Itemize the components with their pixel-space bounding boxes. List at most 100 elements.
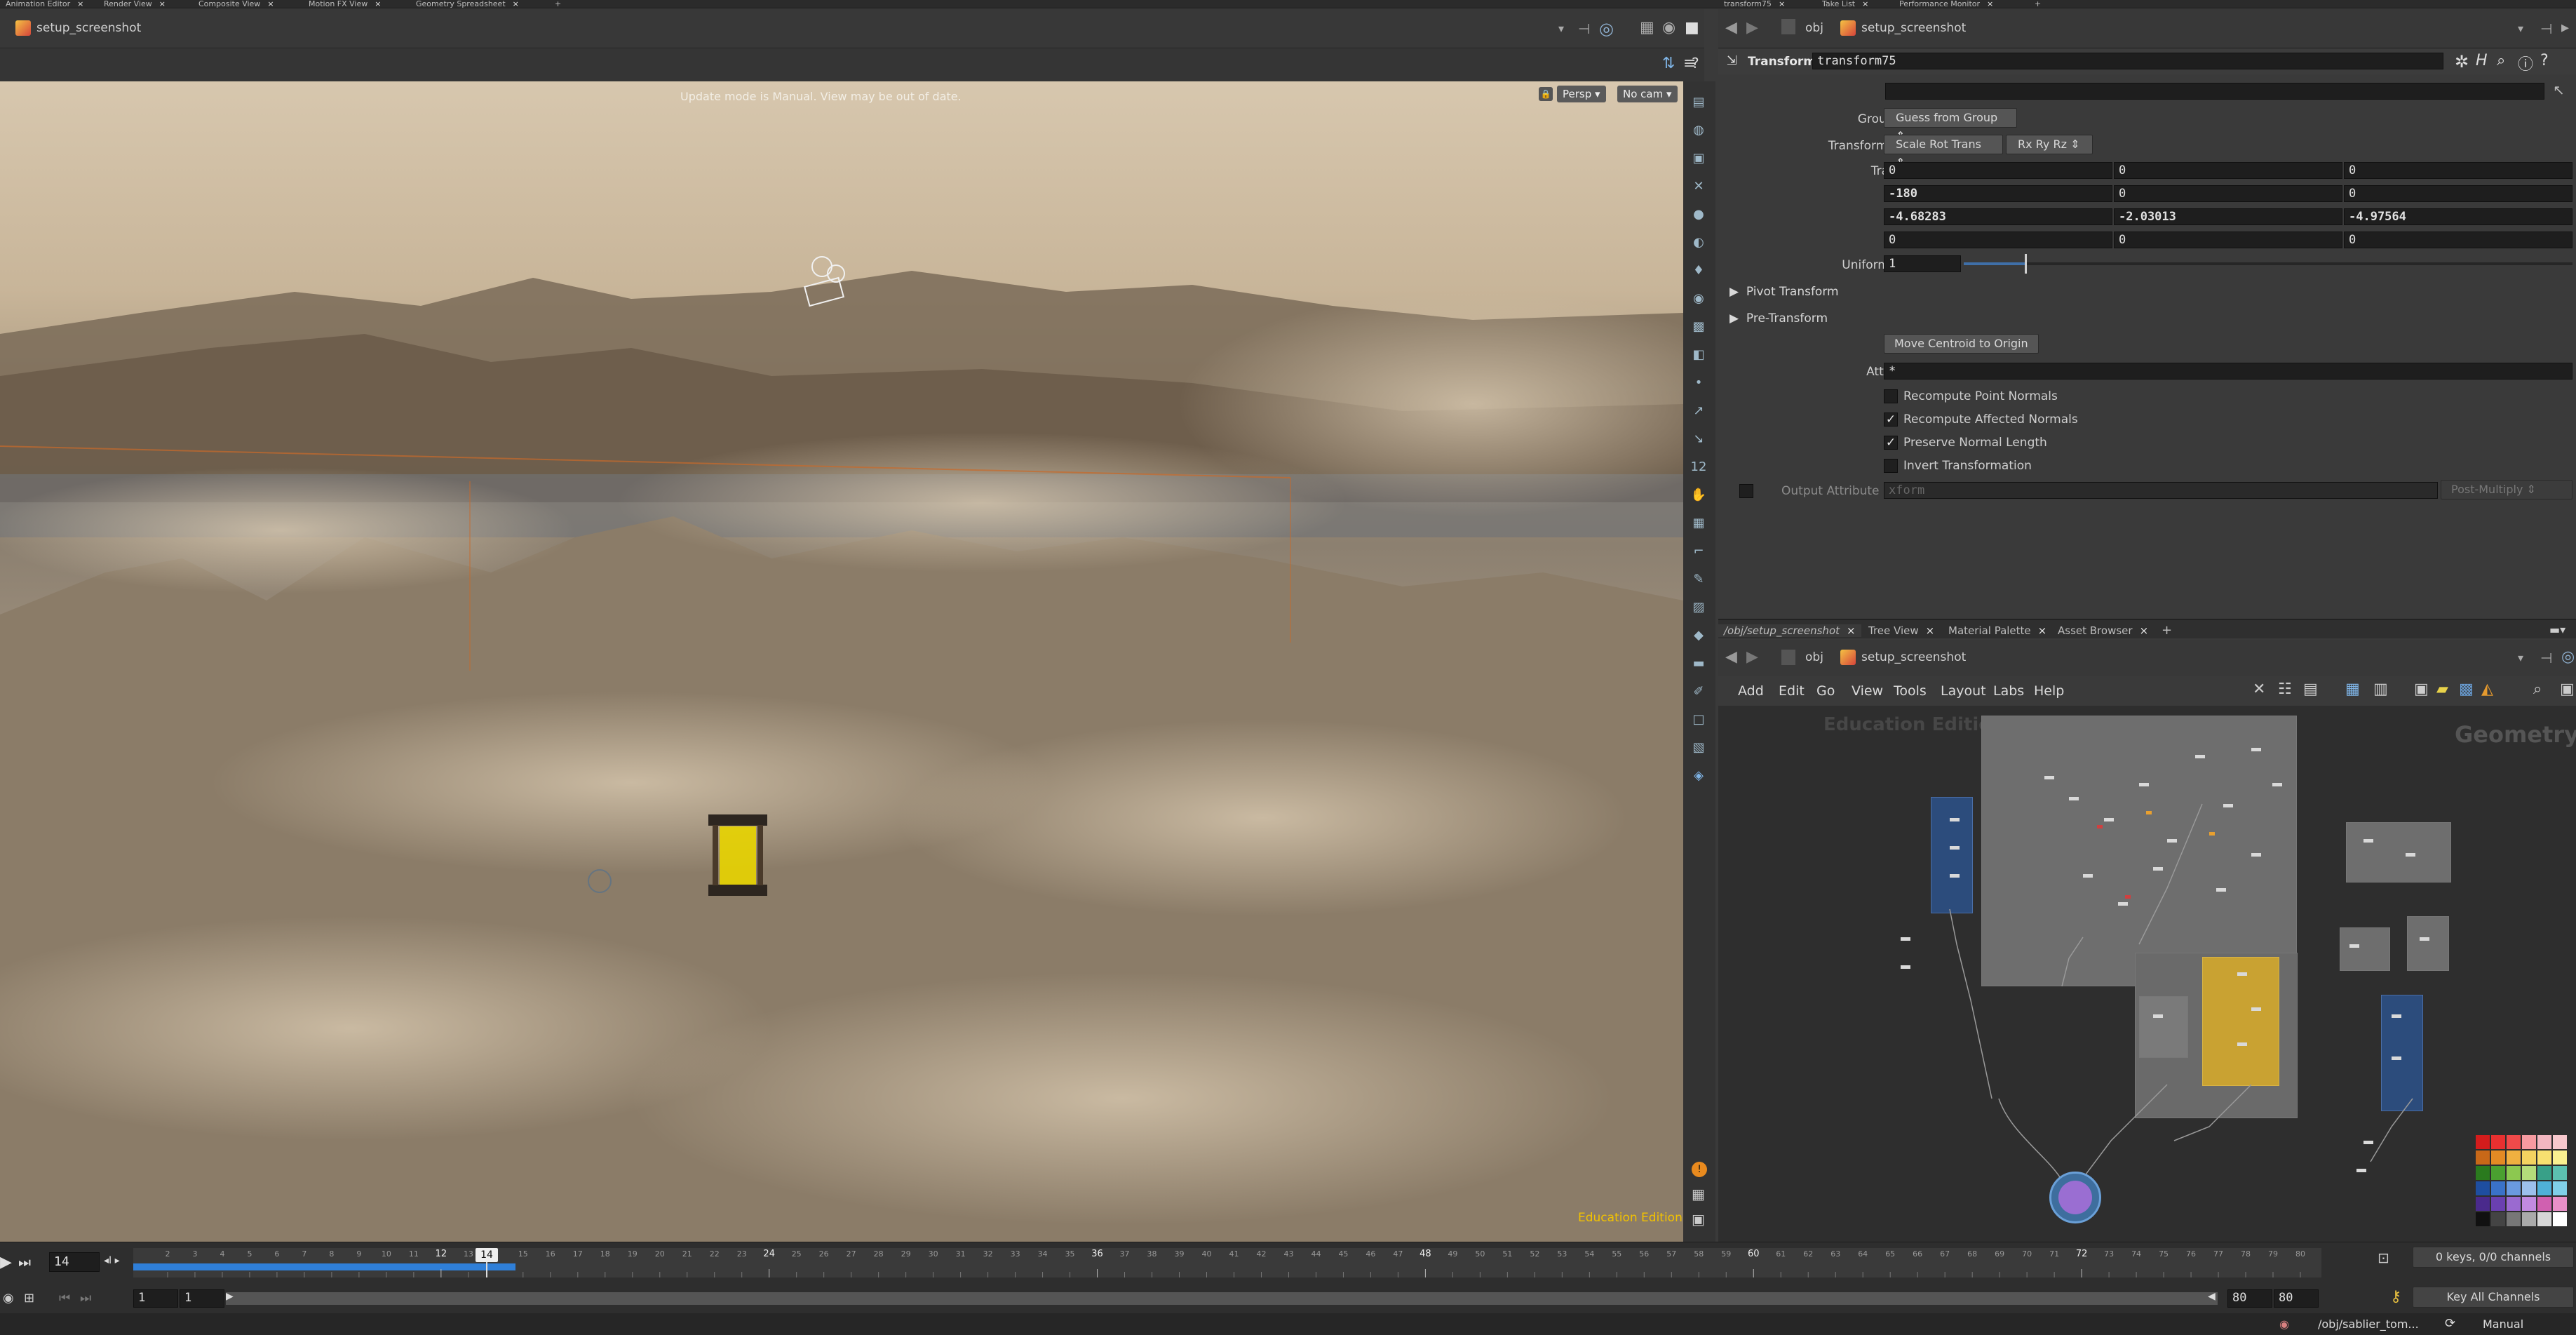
shear-z-field[interactable]: 0 (2344, 232, 2572, 248)
back-icon[interactable]: ◀ (1725, 19, 1737, 36)
output-attribute-toggle[interactable] (1739, 484, 1753, 498)
wireframe-icon[interactable]: ✕ (1689, 177, 1708, 196)
menu-add[interactable]: Add (1738, 683, 1764, 699)
path-obj[interactable]: obj (1805, 650, 1823, 664)
rotate-z-field[interactable]: 0 (2344, 185, 2572, 202)
camera-icon[interactable]: ▣ (2560, 680, 2575, 698)
output-attribute-field[interactable]: xform (1884, 482, 2438, 499)
viewer-path[interactable]: setup_screenshot (36, 21, 141, 35)
menu-go[interactable]: Go (1816, 683, 1835, 699)
photo-icon[interactable]: ▧ (1689, 738, 1708, 758)
start-frame-field[interactable]: 1 (133, 1289, 178, 1308)
tab-obj-setup-screenshot[interactable]: /obj/setup_screenshot × (1718, 624, 1861, 637)
step-forward-icon[interactable]: ⏭ (80, 1291, 91, 1306)
tab-motion-fx-view[interactable]: Motion FX View × (303, 0, 386, 8)
post-multiply-menu[interactable]: Post-Multiply ⇕ (2441, 480, 2572, 499)
update-mode[interactable]: Manual (2483, 1317, 2523, 1331)
color-swatch[interactable] (2553, 1135, 2567, 1149)
step-keys-icon[interactable]: ◂I ▸ (104, 1255, 120, 1266)
scale-z-field[interactable]: -4.97564 (2344, 208, 2572, 225)
color-swatch[interactable] (2522, 1212, 2536, 1226)
tab-transform75[interactable]: transform75 × (1718, 0, 1791, 8)
color-swatch[interactable] (2522, 1181, 2536, 1195)
forward-icon[interactable]: ▶ (1746, 648, 1758, 666)
menu-edit[interactable]: Edit (1779, 683, 1805, 699)
grid-layout-icon[interactable]: ▦ (1692, 1186, 1705, 1202)
color-swatch[interactable] (2491, 1212, 2505, 1226)
uniform-scale-field[interactable]: 1 (1884, 255, 1961, 272)
color-swatch[interactable] (2491, 1150, 2505, 1165)
chevron-down-icon[interactable]: ▾ (2518, 651, 2523, 664)
timeline-scrubber[interactable]: 2 3 4 5 6 7 8 9 10 11 13 15 16 17 18 19 20 21 22 23 25 26 27 28… (133, 1248, 2321, 1277)
maximize-icon[interactable]: ■ (1685, 19, 1699, 36)
color-swatch[interactable] (2507, 1197, 2521, 1211)
output-node[interactable] (2049, 1172, 2101, 1223)
key-all-channels-button[interactable]: Key All Channels (2413, 1287, 2574, 1308)
tab-render-view[interactable]: Render View × (98, 0, 171, 8)
grid-icon[interactable]: ▦ (1689, 514, 1708, 533)
color-swatch[interactable] (2553, 1150, 2567, 1165)
color-swatch[interactable] (2522, 1197, 2536, 1211)
persp-menu[interactable]: Persp ▾ (1557, 86, 1606, 102)
uniform-scale-slider[interactable] (1964, 254, 2572, 274)
guide-icon[interactable]: ⌐ (1689, 542, 1708, 561)
network-canvas[interactable]: Education Edition Geometry (1718, 706, 2576, 1242)
add-tab-icon[interactable]: + (2029, 0, 2046, 8)
chevron-down-icon[interactable]: ▾ (2518, 22, 2523, 35)
key-icon[interactable]: ⚷ (2390, 1288, 2401, 1306)
color-swatch[interactable] (2553, 1181, 2567, 1195)
path-node[interactable]: setup_screenshot (1861, 650, 1966, 664)
add-tab-icon[interactable]: + (2156, 624, 2178, 637)
recompute-affected-normals-checkbox[interactable]: ✓ (1884, 412, 1898, 427)
menu-tools[interactable]: Tools (1894, 683, 1927, 699)
recompute-point-normals-checkbox[interactable] (1884, 389, 1898, 403)
color-swatch[interactable] (2491, 1181, 2505, 1195)
help-icon[interactable]: ? (2540, 52, 2549, 69)
camera-menu[interactable]: No cam ▾ (1617, 86, 1678, 102)
vector-icon[interactable]: ↘ (1689, 429, 1708, 449)
color-swatch[interactable] (2476, 1135, 2490, 1149)
pane-menu-icon[interactable]: ▬▾ (2549, 623, 2565, 636)
sticky-note-icon[interactable]: ▰ (2436, 680, 2448, 698)
play-icon[interactable]: ▶ (0, 1254, 12, 1271)
refresh-icon[interactable]: ⟳ (2445, 1316, 2455, 1331)
headlight-icon[interactable]: ◉ (1689, 289, 1708, 309)
numbers-icon[interactable]: 12 (1689, 457, 1708, 477)
jump-end-icon[interactable]: ⏭ (18, 1254, 31, 1270)
path-node[interactable]: setup_screenshot (1861, 21, 1966, 35)
color-swatch[interactable] (2491, 1166, 2505, 1180)
color-swatch[interactable] (2522, 1135, 2536, 1149)
color-swatch[interactable] (2537, 1135, 2551, 1149)
frame-marker[interactable]: 14 (476, 1248, 498, 1262)
tile-icon[interactable]: ▥ (2373, 680, 2388, 698)
points-icon[interactable]: • (1689, 373, 1708, 393)
color-swatch[interactable] (2537, 1150, 2551, 1165)
spare-parms-icon[interactable]: H (2476, 52, 2488, 69)
close-icon[interactable]: × (2038, 624, 2047, 637)
step-back-icon[interactable]: ⏮ (59, 1291, 70, 1306)
snap-icon[interactable]: ⇅ (1662, 55, 1675, 72)
color-swatch[interactable] (2507, 1166, 2521, 1180)
snap-icon[interactable]: ◆ (1689, 626, 1708, 645)
color-swatch[interactable] (2476, 1150, 2490, 1165)
chevron-down-icon[interactable]: ▾ (1558, 22, 1564, 35)
color-swatch[interactable] (2476, 1197, 2490, 1211)
group-type-menu[interactable]: Guess from Group ⇕ (1884, 108, 2017, 142)
color-swatch[interactable] (2553, 1212, 2567, 1226)
color-swatch[interactable] (2476, 1166, 2490, 1180)
color-swatch[interactable] (2476, 1181, 2490, 1195)
close-icon[interactable]: × (267, 0, 274, 8)
search-icon[interactable]: ⌕ (2497, 52, 2505, 69)
range-start-handle[interactable]: ▶ (226, 1291, 234, 1302)
light-icon[interactable]: ◐ (1689, 233, 1708, 253)
invert-transformation-checkbox[interactable] (1884, 459, 1898, 473)
color-swatch[interactable] (2491, 1135, 2505, 1149)
warning-icon[interactable]: ! (1692, 1162, 1707, 1177)
scope-icon[interactable]: ⊡ (2378, 1249, 2389, 1266)
display-options-icon[interactable]: ▤ (1689, 93, 1708, 112)
color-swatch[interactable] (2537, 1181, 2551, 1195)
layer-icon[interactable]: ▬ (1689, 654, 1708, 673)
color-swatch[interactable] (2537, 1166, 2551, 1180)
color-swatch[interactable] (2507, 1135, 2521, 1149)
color-swatch[interactable] (2491, 1197, 2505, 1211)
